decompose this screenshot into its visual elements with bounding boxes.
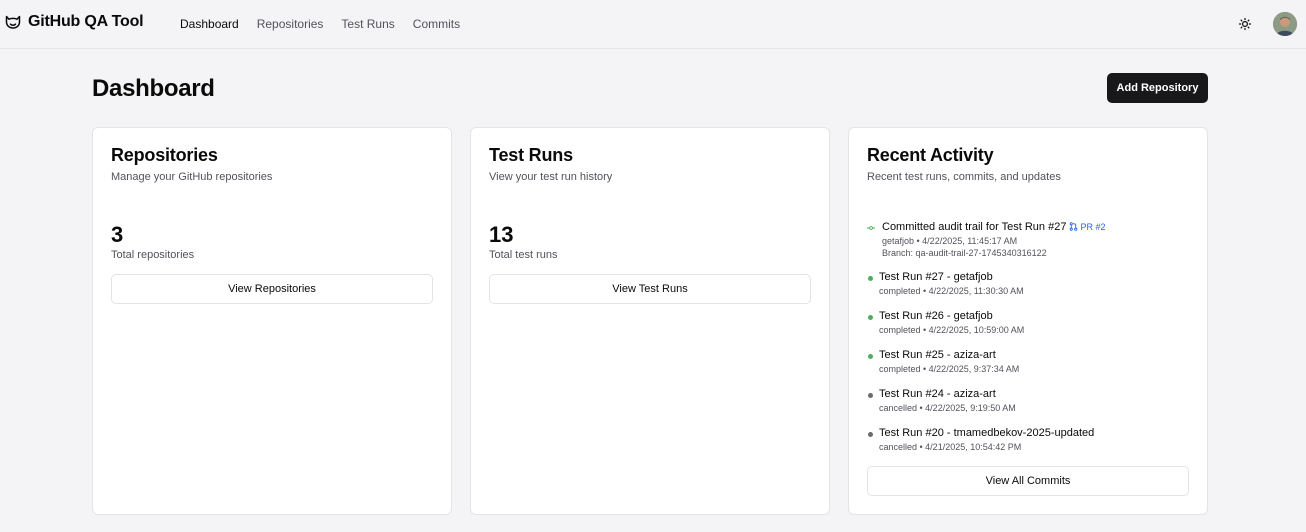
- page-title: Dashboard: [92, 75, 215, 102]
- card-title: Repositories: [111, 145, 218, 165]
- avatar-photo-icon: [1273, 12, 1297, 36]
- repository-count: 3: [111, 222, 124, 247]
- activity-meta: completed • 4/22/2025, 10:59:00 AM: [879, 325, 1025, 335]
- github-cat-logo-icon: [5, 15, 21, 29]
- view-test-runs-button[interactable]: View Test Runs: [489, 274, 811, 304]
- card-description: Manage your GitHub repositories: [111, 171, 273, 183]
- card-description: View your test run history: [489, 171, 613, 183]
- nav-test-runs[interactable]: Test Runs: [341, 17, 394, 31]
- card-title: Recent Activity: [867, 145, 994, 165]
- git-pull-request-icon: [1070, 222, 1078, 231]
- activity-title: Test Run #25 - aziza-art: [879, 349, 996, 361]
- activity-title: Test Run #27 - getafjob: [879, 271, 993, 283]
- nav-commits[interactable]: Commits: [413, 17, 460, 31]
- theme-toggle-button[interactable]: [1237, 16, 1253, 32]
- repository-count-label: Total repositories: [111, 249, 195, 261]
- status-dot-cancelled: [868, 393, 873, 398]
- activity-meta: completed • 4/22/2025, 9:37:34 AM: [879, 364, 1020, 374]
- activity-title: Test Run #24 - aziza-art: [879, 388, 996, 400]
- sun-icon: [1238, 17, 1252, 31]
- top-navbar: GitHub QA Tool Dashboard Repositories Te…: [0, 0, 1306, 49]
- recent-activity-card: Recent Activity Recent test runs, commit…: [848, 127, 1208, 515]
- activity-title: Committed audit trail for Test Run #27 PR…: [882, 221, 1105, 233]
- nav-repositories[interactable]: Repositories: [257, 17, 324, 31]
- test-run-count: 13: [489, 222, 514, 247]
- view-all-commits-button[interactable]: View All Commits: [867, 466, 1189, 496]
- status-dot-completed: [868, 276, 873, 281]
- status-dot-completed: [868, 354, 873, 359]
- commit-title: Committed audit trail for Test Run #27: [882, 221, 1067, 233]
- view-repositories-button[interactable]: View Repositories: [111, 274, 433, 304]
- activity-meta: getafjob • 4/22/2025, 11:45:17 AM: [882, 236, 1018, 246]
- activity-meta: cancelled • 4/21/2025, 10:54:42 PM: [879, 442, 1022, 452]
- activity-meta: cancelled • 4/22/2025, 9:19:50 AM: [879, 403, 1016, 413]
- activity-title: Test Run #20 - tmamedbekov-2025-updated: [879, 427, 1095, 439]
- card-description: Recent test runs, commits, and updates: [867, 171, 1061, 183]
- activity-branch: Branch: qa-audit-trail-27-1745340316122: [882, 248, 1047, 258]
- pr-label: PR #2: [1080, 222, 1106, 232]
- git-commit-icon: [867, 226, 875, 230]
- add-repository-button[interactable]: Add Repository: [1107, 73, 1208, 103]
- test-runs-card: Test Runs View your test run history 13 …: [470, 127, 830, 515]
- pull-request-link[interactable]: PR #2: [1069, 222, 1105, 232]
- app-title: GitHub QA Tool: [28, 13, 144, 30]
- status-dot-completed: [868, 315, 873, 320]
- test-run-count-label: Total test runs: [489, 249, 558, 261]
- activity-title: Test Run #26 - getafjob: [879, 310, 993, 322]
- card-title: Test Runs: [489, 145, 573, 165]
- repositories-card: Repositories Manage your GitHub reposito…: [92, 127, 452, 515]
- nav-dashboard[interactable]: Dashboard: [180, 17, 239, 31]
- brand[interactable]: GitHub QA Tool: [4, 13, 144, 31]
- user-avatar[interactable]: [1273, 12, 1297, 36]
- status-dot-cancelled: [868, 432, 873, 437]
- main-nav: Dashboard Repositories Test Runs Commits: [180, 17, 460, 31]
- activity-meta: completed • 4/22/2025, 11:30:30 AM: [879, 286, 1024, 296]
